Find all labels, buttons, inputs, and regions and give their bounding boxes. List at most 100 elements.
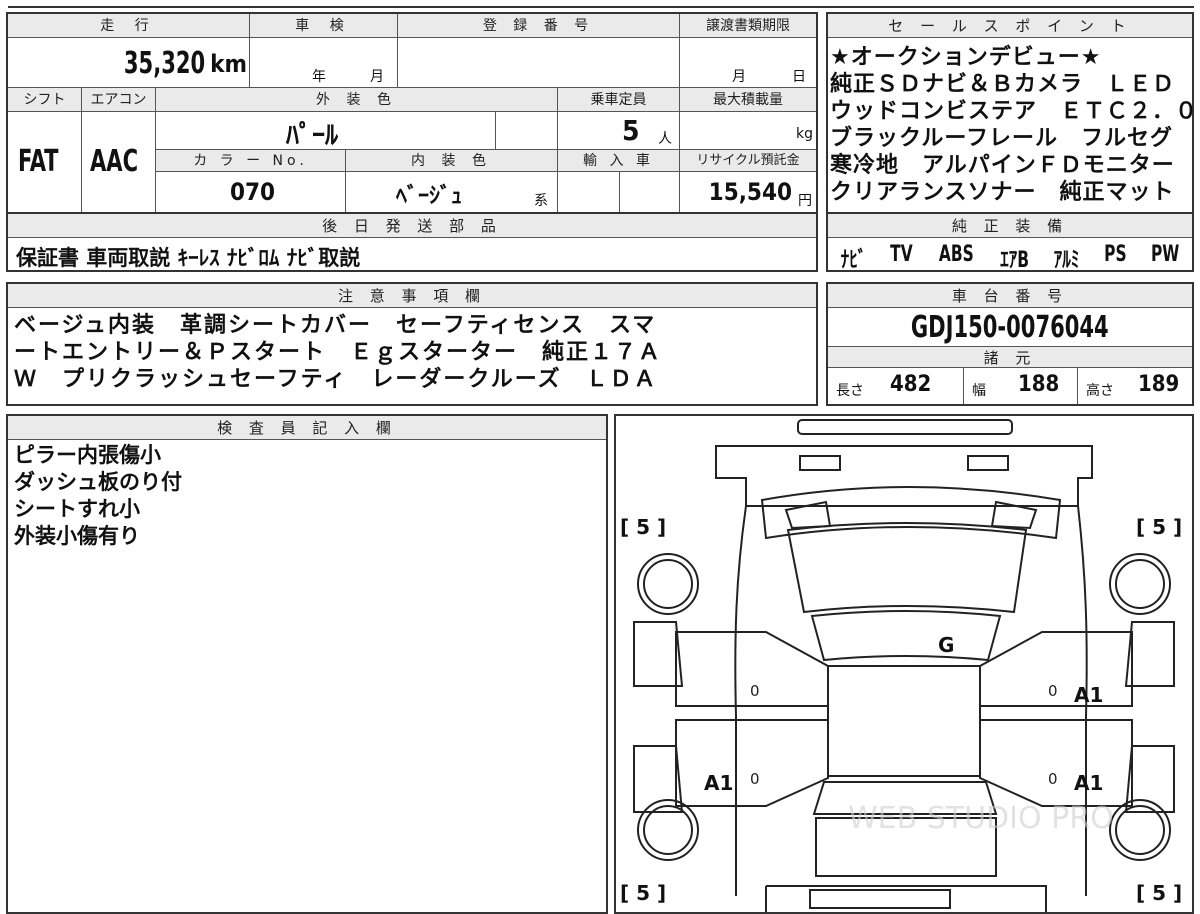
shift-text: FAT (18, 144, 59, 179)
capacity-value: 5 (622, 114, 640, 147)
shift-value: FAT (18, 144, 70, 179)
mileage-unit: km (210, 50, 247, 78)
tire-fr (1109, 553, 1171, 615)
notes-line: ベージュ内装 革調シートカバー セーフティセンス スマ (14, 313, 657, 338)
genuine-equipment-items: ﾅﾋﾞ TV ABS ｴｱB ｱﾙﾐ PS PW (828, 242, 1192, 274)
interior-color-suffix: 系 (534, 193, 548, 209)
max-load-label: 最大積載量 (680, 88, 816, 112)
exterior-color-cell: ﾊﾟｰﾙ (156, 112, 496, 151)
import-label: 輸 入 車 (558, 150, 680, 172)
front-bumper-tab (797, 419, 1013, 435)
cabin (827, 665, 981, 777)
chassis-panel: 車 台 番 号 GDJ150-0076044 諸 元 長さ 482 幅 188 … (826, 282, 1194, 406)
genuine-equipment-header: 純 正 装 備 (828, 214, 1192, 238)
inspector-line: ダッシュ板のり付 (14, 470, 182, 494)
notes-header: 注 意 事 項 欄 (8, 284, 816, 308)
notes-list: ベージュ内装 革調シートカバー セーフティセンス スマ ートエントリー＆Ｐスター… (14, 312, 662, 393)
recycle-unit: 円 (798, 193, 812, 209)
tire-rr-inner (1115, 805, 1165, 855)
ac-text: AAC (90, 144, 139, 179)
rear-right-door (979, 719, 1133, 807)
equip-navi: ﾅﾋﾞ (840, 248, 867, 273)
rear-right-door-mark: A1 (1074, 771, 1103, 795)
tire-fl-inner (643, 559, 693, 609)
inspection-cell: 年 月 (250, 38, 398, 88)
height-cell: 高さ 189 (1078, 368, 1192, 404)
rear-plate (809, 889, 951, 909)
delivery-parts-header: 後 日 発 送 部 品 (8, 214, 816, 238)
capacity-unit: 人 (658, 131, 672, 147)
inspector-line: 外装小傷有り (14, 524, 140, 548)
tire-fr-inner (1115, 559, 1165, 609)
shift-cell: FAT (8, 112, 82, 212)
mileage-value: 35,320 (101, 46, 205, 81)
tire-rr (1109, 799, 1171, 861)
sales-point-line: クリアランスソナー 純正マット (830, 180, 1175, 205)
tire-rl-label: [ 5 ] (620, 881, 666, 905)
tire-fr-label: [ 5 ] (1136, 515, 1182, 539)
exterior-color-value: ﾊﾟｰﾙ (286, 121, 339, 151)
shift-label: シフト (8, 88, 82, 112)
length-label: 長さ (836, 383, 864, 399)
chassis-header: 車 台 番 号 (828, 284, 1192, 308)
length-value: 482 (890, 372, 932, 397)
sales-point-line: ★オークションデビュー★ (830, 45, 1102, 70)
transfer-day-unit: 日 (792, 69, 806, 85)
delivery-parts-panel: 後 日 発 送 部 品 保証書 車両取説 ｷｰﾚｽ ﾅﾋﾞﾛﾑ ﾅﾋﾞ取説 (6, 212, 818, 272)
equip-alloy: ｱﾙﾐ (1053, 248, 1080, 273)
inspection-label: 車 検 (250, 14, 398, 38)
notes-line: ートエントリー＆Ｐスタート Ｅｇスターター 純正１７Ａ (14, 340, 663, 365)
recycle-value: 15,540 (708, 178, 792, 206)
transfer-label: 譲渡書類期限 (680, 14, 816, 38)
width-label: 幅 (972, 383, 986, 399)
interior-color-value: ﾍﾞｰｼﾞｭ (396, 184, 463, 209)
interior-color-cell: ﾍﾞｰｼﾞｭ 系 (346, 172, 558, 212)
inspection-month-unit: 月 (370, 69, 384, 85)
tire-fl (637, 553, 699, 615)
ac-value: AAC (90, 144, 152, 179)
registration-label: 登 録 番 号 (398, 14, 680, 38)
sales-point-line: 寒冷地 アルパインＦＤモニター (830, 153, 1175, 178)
rear-left-door (675, 719, 829, 807)
windshield (786, 522, 1028, 614)
exterior-color-extra (496, 112, 558, 150)
tire-rl (637, 799, 699, 861)
inspector-line: シートすれ小 (14, 497, 140, 521)
windshield-mark: G (938, 633, 954, 657)
capacity-cell: 5 人 (558, 112, 680, 150)
notes-panel: 注 意 事 項 欄 ベージュ内装 革調シートカバー セーフティセンス スマ ート… (6, 282, 818, 406)
import-cell-a (558, 172, 620, 212)
sales-point-line: ウッドコンビステア ＥＴＣ２．０ (830, 99, 1199, 124)
inspector-line: ピラー内張傷小 (14, 443, 161, 467)
summary-table: 走 行 車 検 登 録 番 号 譲渡書類期限 35,320 km 年 月 月 日… (6, 12, 818, 214)
max-load-unit: kg (796, 126, 813, 142)
notes-line: Ｗ プリクラッシュセーフティ レーダークルーズ ＬＤＡ (14, 367, 658, 392)
height-value: 189 (1138, 372, 1180, 397)
tire-rl-inner (643, 805, 693, 855)
width-cell: 幅 188 (964, 368, 1078, 404)
recycle-cell: 15,540 円 (680, 172, 816, 212)
height-label: 高さ (1086, 383, 1114, 399)
transfer-cell: 月 日 (680, 38, 816, 88)
equip-airbag: ｴｱB (999, 248, 1029, 273)
inspection-year-unit: 年 (312, 69, 326, 85)
capacity-label: 乗車定員 (558, 88, 680, 112)
zero-mark-right-rear: 0 (1048, 770, 1058, 788)
color-no-label: カ ラ ー No. (156, 150, 346, 172)
zero-mark-left-rear: 0 (750, 770, 760, 788)
dimensions-header: 諸 元 (828, 346, 1192, 368)
transfer-month-unit: 月 (732, 69, 746, 85)
front-left-light (799, 455, 841, 471)
mileage-label: 走 行 (8, 14, 250, 38)
equip-ps: PS (1103, 242, 1127, 267)
front-right-fender (1124, 621, 1175, 687)
inspector-panel: 検 査 員 記 入 欄 ピラー内張傷小 ダッシュ板のり付 シートすれ小 外装小傷… (6, 414, 608, 914)
top-strip (8, 0, 1194, 8)
mileage-cell: 35,320 km (8, 38, 250, 88)
car-diagram-panel: [ 5 ] [ 5 ] [ 5 ] [ 5 ] G A1 A1 A1 0 0 0… (614, 414, 1194, 914)
ac-label: エアコン (82, 88, 156, 112)
genuine-equipment-panel: 純 正 装 備 ﾅﾋﾞ TV ABS ｴｱB ｱﾙﾐ PS PW (826, 212, 1194, 274)
delivery-parts-text: 保証書 車両取説 ｷｰﾚｽ ﾅﾋﾞﾛﾑ ﾅﾋﾞ取説 (16, 246, 361, 270)
import-cell-b (620, 172, 680, 212)
inspector-list: ピラー内張傷小 ダッシュ板のり付 シートすれ小 外装小傷有り (14, 442, 182, 550)
